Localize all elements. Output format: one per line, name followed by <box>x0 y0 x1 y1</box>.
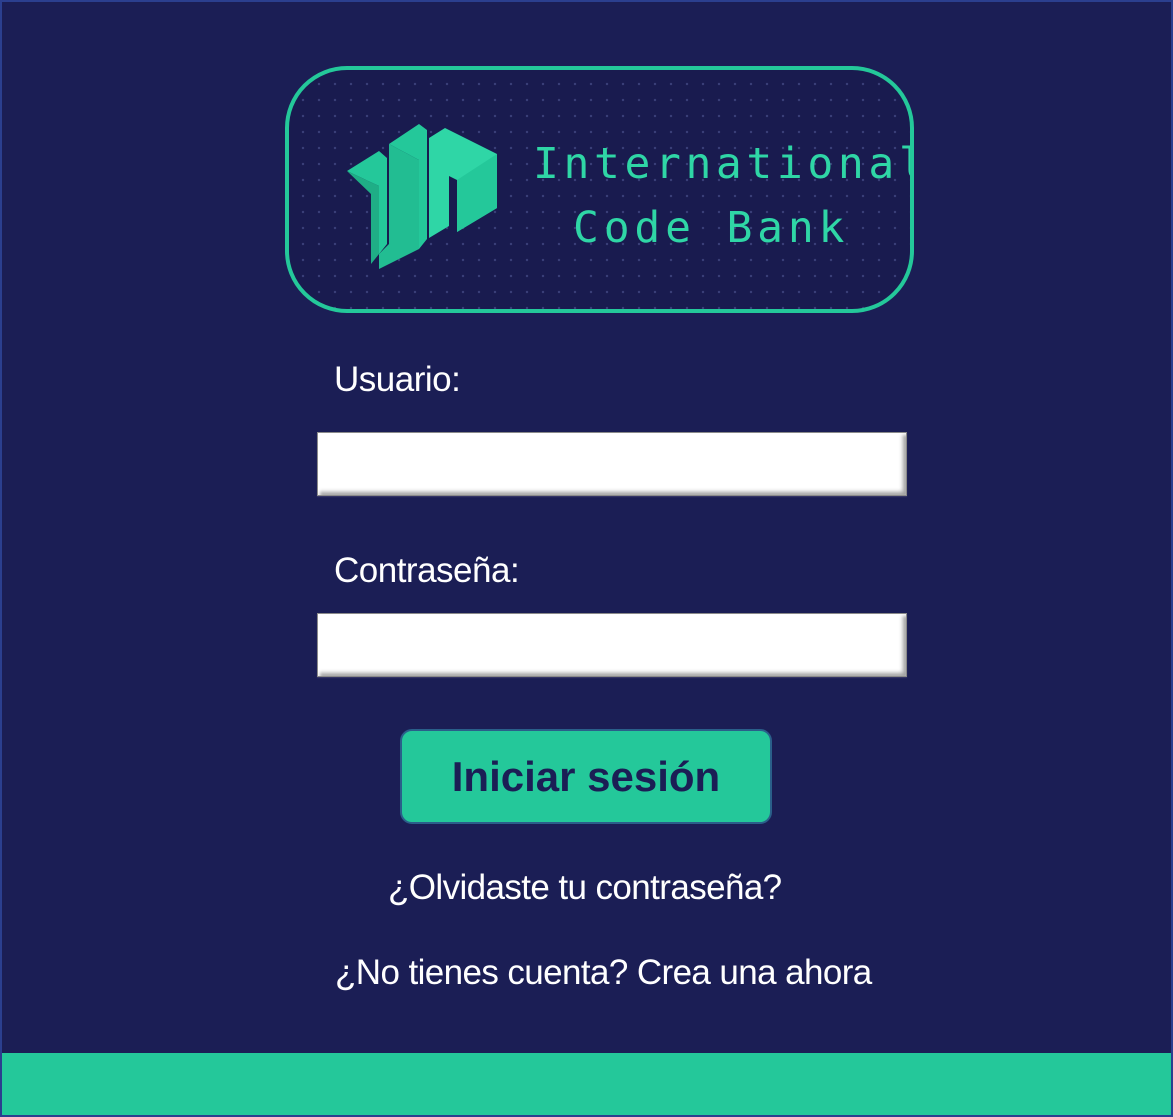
icb-logo-icon <box>347 124 497 269</box>
forgot-password-link[interactable]: ¿Olvidaste tu contraseña? <box>388 868 782 908</box>
footer-band <box>2 1053 1171 1115</box>
login-screen: International Code Bank Usuario: Contras… <box>0 0 1173 1117</box>
username-input[interactable] <box>317 432 907 496</box>
brand-logo: International Code Bank <box>285 66 914 313</box>
create-account-link[interactable]: ¿No tienes cuenta? Crea una ahora <box>335 953 872 993</box>
username-label: Usuario: <box>334 360 461 399</box>
login-button[interactable]: Iniciar sesión <box>400 729 772 824</box>
password-input[interactable] <box>317 613 907 677</box>
brand-name-line-2: Code Bank <box>573 203 850 253</box>
brand-name-line-1: International <box>533 139 914 189</box>
password-label: Contraseña: <box>334 551 520 590</box>
